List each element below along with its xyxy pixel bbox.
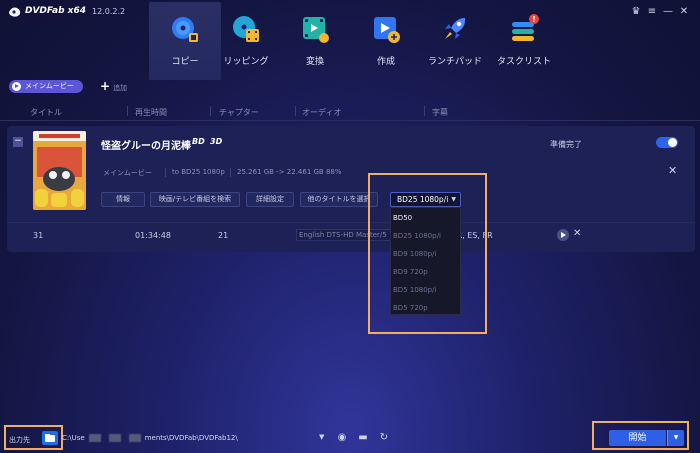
- copy-disc-icon: [172, 17, 198, 42]
- task-badge: !: [532, 15, 536, 24]
- col-audio: オーディオ: [302, 108, 342, 117]
- redacted-block: [108, 434, 121, 442]
- folder-open-icon[interactable]: ▬: [356, 431, 370, 445]
- collapse-icon[interactable]: −: [13, 137, 23, 147]
- mode-label: メインムービー: [25, 82, 74, 90]
- output-highlight-box: [4, 425, 63, 450]
- status-text: 準備完了: [550, 140, 582, 149]
- chevron-down-icon[interactable]: ▼: [319, 433, 324, 441]
- col-divider: [210, 106, 211, 116]
- add-label: 追加: [113, 84, 128, 92]
- menu-icon[interactable]: ≡: [645, 5, 659, 19]
- launchpad-rocket-icon: [445, 18, 466, 39]
- col-divider: [295, 106, 296, 116]
- mode-select-button[interactable]: メインムービー: [9, 80, 83, 93]
- redacted-block: [88, 434, 101, 442]
- title-toggle[interactable]: [656, 137, 678, 148]
- task-list-icon: !: [512, 14, 539, 41]
- bluray-badge: BD: [192, 137, 205, 146]
- col-chapters: チャプター: [219, 108, 259, 117]
- close-icon[interactable]: ✕: [668, 164, 677, 177]
- redacted-block: [128, 434, 141, 442]
- minimize-icon[interactable]: —: [661, 5, 675, 19]
- advanced-settings-button[interactable]: 詳細設定: [246, 192, 294, 207]
- app-version: 12.0.2.2: [92, 7, 126, 16]
- col-divider: [424, 106, 425, 116]
- search-movie-button[interactable]: 映画/テレビ番組を検索: [150, 192, 240, 207]
- tab-task-list[interactable]: ! タスクリスト: [488, 2, 560, 80]
- info-size: 25.261 GB -> 22.461 GB 88%: [237, 168, 342, 176]
- tab-converter[interactable]: 変換: [279, 2, 351, 80]
- col-subtitles: 字幕: [432, 108, 448, 117]
- play-preview-icon[interactable]: [557, 229, 569, 241]
- close-window-icon[interactable]: ✕: [677, 5, 691, 19]
- col-title: タイトル: [30, 108, 62, 117]
- col-duration: 再生時間: [135, 108, 167, 117]
- tab-task-list-label: タスクリスト: [496, 57, 551, 67]
- creator-disc-icon: [374, 17, 400, 43]
- info-target: to BD25 1080p: [172, 168, 225, 176]
- app-title: DVDFab x64: [25, 6, 87, 16]
- 3d-badge: 3D: [210, 137, 223, 146]
- iso-disc-icon[interactable]: ◉: [335, 431, 349, 445]
- path-end: ments\DVDFab\DVDFab12\: [144, 434, 238, 442]
- refresh-icon[interactable]: ↻: [377, 431, 391, 445]
- movie-poster: [33, 131, 86, 210]
- info-divider: [165, 168, 166, 177]
- start-button[interactable]: 開始: [609, 430, 666, 446]
- movie-title: 怪盗グルーの月泥棒: [101, 141, 191, 152]
- ripper-film-icon: [233, 16, 259, 42]
- col-divider: [127, 106, 128, 116]
- start-options-chevron-icon[interactable]: ▼: [667, 430, 684, 446]
- info-mode: メインムービー: [103, 169, 152, 177]
- row-chapters: 21: [218, 231, 229, 240]
- plus-icon: +: [100, 79, 111, 93]
- add-source-button[interactable]: + 追加: [100, 80, 127, 93]
- converter-film-icon: [303, 17, 329, 43]
- dropdown-highlight-box: [368, 173, 487, 334]
- play-mode-icon: [12, 82, 21, 91]
- info-divider: [230, 168, 231, 177]
- row-title: 31: [33, 231, 44, 240]
- crown-icon[interactable]: ♛: [629, 5, 643, 19]
- tab-ripper[interactable]: リッピング: [210, 2, 282, 80]
- info-button[interactable]: 情報: [101, 192, 145, 207]
- row-duration: 01:34:48: [135, 231, 171, 240]
- tab-creator[interactable]: 作成: [350, 2, 422, 80]
- tab-launchpad[interactable]: ランチパッド: [419, 2, 491, 80]
- remove-row-icon[interactable]: ✕: [573, 228, 581, 239]
- column-header: タイトル 再生時間 チャプター オーディオ 字幕: [0, 101, 700, 121]
- path-start: C:\Use: [62, 434, 85, 442]
- dvdfab-logo-icon: [9, 7, 21, 17]
- select-other-title-button[interactable]: 他のタイトルを選択: [300, 192, 378, 207]
- output-path-field[interactable]: C:\Use ments\DVDFab\DVDFab12\: [62, 431, 328, 445]
